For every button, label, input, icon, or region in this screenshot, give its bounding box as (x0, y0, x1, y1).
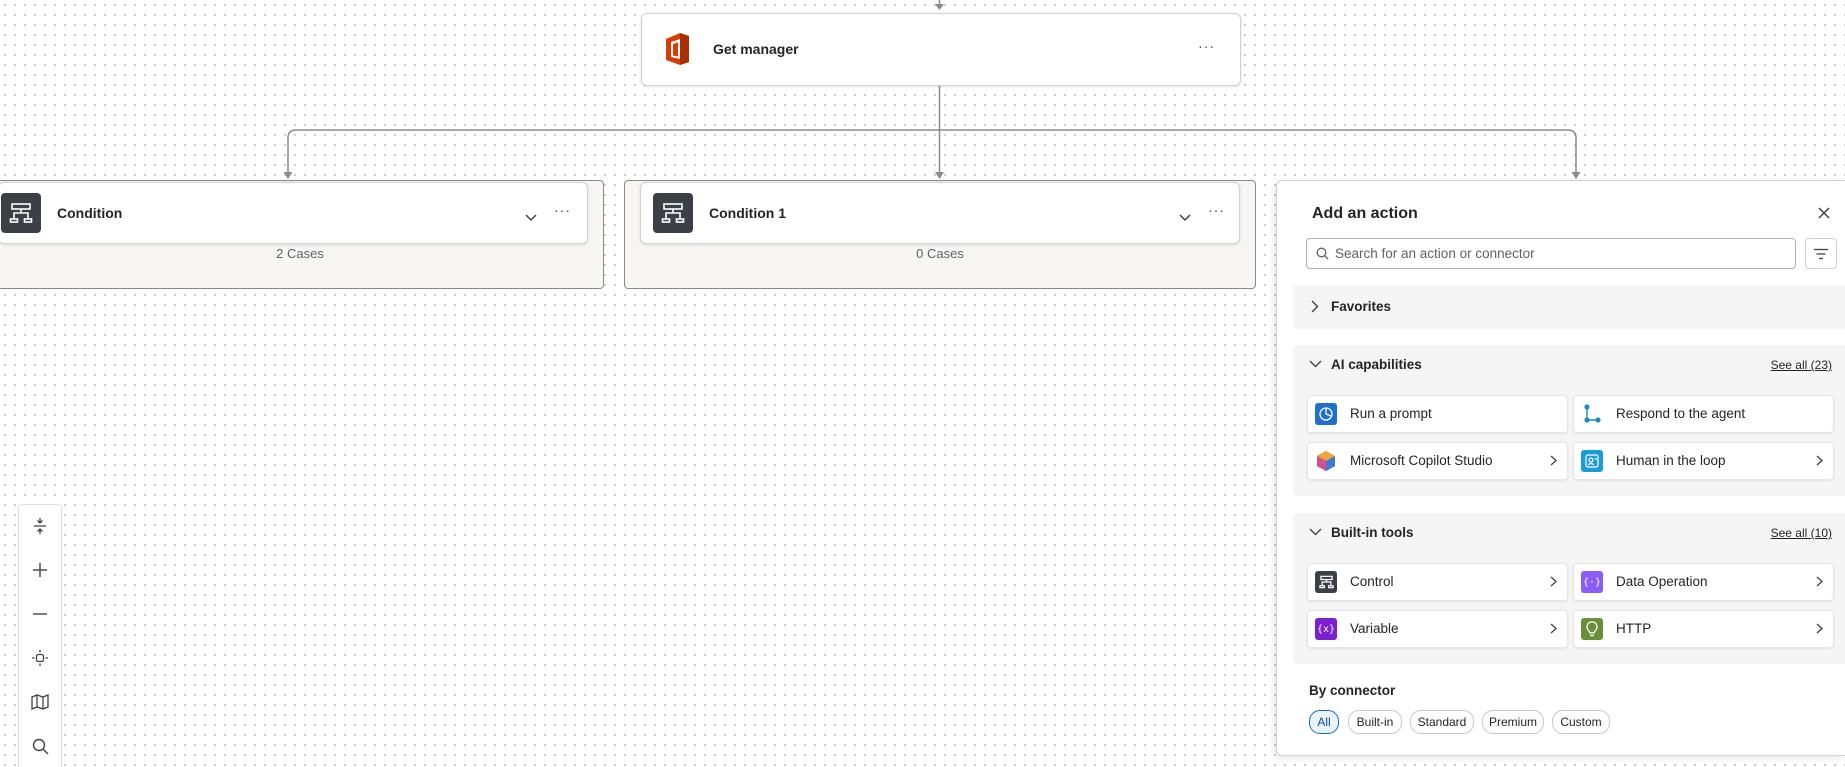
canvas-zoom-toolbar (18, 504, 62, 767)
search-icon (1316, 247, 1329, 260)
condition-1-cases-count: 0 Cases (916, 246, 964, 261)
microsoft-copilot-studio-tile[interactable]: Microsoft Copilot Studio (1307, 442, 1568, 480)
ai-capabilities-section: AI capabilities See all (23) Run a promp… (1293, 345, 1845, 496)
condition-action-card[interactable]: Condition ··· (0, 182, 588, 244)
by-connector-label: By connector (1309, 683, 1396, 698)
http-tile[interactable]: HTTP (1573, 610, 1834, 648)
tile-label: Respond to the agent (1616, 406, 1746, 421)
action-search-input[interactable] (1333, 245, 1777, 262)
filter-pill-all[interactable]: All (1309, 710, 1339, 734)
tile-label: HTTP (1616, 621, 1652, 636)
office-365-icon (662, 32, 692, 66)
condition-cases-count: 2 Cases (276, 246, 324, 261)
chevron-right-icon (1816, 623, 1823, 634)
built-in-tools-section: Built-in tools See all (10) Control {·} … (1293, 513, 1845, 664)
get-manager-more-button[interactable]: ··· (1198, 38, 1215, 54)
zoom-out-icon[interactable] (19, 593, 61, 635)
control-icon (1315, 571, 1337, 593)
action-search-box (1306, 238, 1796, 269)
condition-1-more-button[interactable]: ··· (1208, 202, 1225, 218)
control-icon (1, 193, 41, 233)
filter-pill-custom[interactable]: Custom (1552, 710, 1610, 734)
condition-more-button[interactable]: ··· (554, 202, 571, 218)
favorites-header[interactable]: Favorites (1293, 287, 1845, 327)
chevron-down-icon (1309, 360, 1322, 368)
tile-label: Data Operation (1616, 574, 1708, 589)
chevron-down-icon (1309, 528, 1322, 536)
http-icon (1581, 618, 1603, 640)
chevron-right-icon (1816, 455, 1823, 466)
get-manager-title: Get manager (713, 41, 799, 57)
condition-1-action-card[interactable]: Condition 1 ··· (640, 182, 1240, 244)
add-action-panel: Add an action Favorites AI capa (1276, 180, 1845, 756)
ai-see-all-link[interactable]: See all (23) (1771, 358, 1832, 372)
run-a-prompt-tile[interactable]: Run a prompt (1307, 395, 1568, 433)
variable-tile[interactable]: {x} Variable (1307, 610, 1568, 648)
minimap-icon[interactable] (19, 681, 61, 723)
data-operation-icon: {·} (1581, 571, 1603, 593)
tile-label: Run a prompt (1350, 406, 1432, 421)
chevron-right-icon (1550, 623, 1557, 634)
filter-pill-standard[interactable]: Standard (1410, 710, 1474, 734)
chevron-right-icon (1550, 455, 1557, 466)
control-icon (653, 193, 693, 233)
zoom-in-icon[interactable] (19, 549, 61, 591)
tile-label: Human in the loop (1616, 453, 1726, 468)
filter-pill-premium[interactable]: Premium (1482, 710, 1544, 734)
prompt-icon (1315, 403, 1337, 425)
chevron-right-icon (1311, 300, 1319, 313)
control-tile[interactable]: Control (1307, 563, 1568, 601)
ai-capabilities-label: AI capabilities (1331, 357, 1422, 372)
respond-to-the-agent-tile[interactable]: Respond to the agent (1573, 395, 1834, 433)
copilot-studio-icon (1315, 450, 1337, 472)
condition-title: Condition (57, 205, 123, 221)
data-operation-tile[interactable]: {·} Data Operation (1573, 563, 1834, 601)
built-in-tools-header[interactable]: Built-in tools See all (10) (1293, 513, 1845, 553)
human-in-the-loop-tile[interactable]: Human in the loop (1573, 442, 1834, 480)
search-icon[interactable] (19, 725, 61, 767)
panel-title: Add an action (1312, 205, 1418, 222)
condition-1-title: Condition 1 (709, 205, 786, 221)
condition-collapse-chevron-icon[interactable] (525, 209, 537, 227)
tile-label: Microsoft Copilot Studio (1350, 453, 1493, 468)
favorites-label: Favorites (1331, 299, 1392, 314)
tile-label: Control (1350, 574, 1394, 589)
get-manager-action-card[interactable]: Get manager ··· (641, 13, 1241, 86)
variable-icon: {x} (1315, 618, 1337, 640)
built-in-tools-label: Built-in tools (1331, 525, 1414, 540)
tile-label: Variable (1350, 621, 1399, 636)
agent-respond-icon (1581, 403, 1603, 425)
filter-pill-built-in[interactable]: Built-in (1348, 710, 1402, 734)
fit-view-icon[interactable] (19, 637, 61, 679)
favorites-section: Favorites (1293, 285, 1845, 329)
human-loop-icon (1581, 450, 1603, 472)
filter-icon[interactable] (1805, 238, 1837, 269)
close-icon[interactable] (1815, 204, 1833, 222)
builtin-see-all-link[interactable]: See all (10) (1771, 526, 1832, 540)
chevron-right-icon (1816, 576, 1823, 587)
chevron-right-icon (1550, 576, 1557, 587)
ai-capabilities-header[interactable]: AI capabilities See all (23) (1293, 345, 1845, 385)
condition-1-collapse-chevron-icon[interactable] (1179, 209, 1191, 227)
fit-height-icon[interactable] (19, 505, 61, 547)
